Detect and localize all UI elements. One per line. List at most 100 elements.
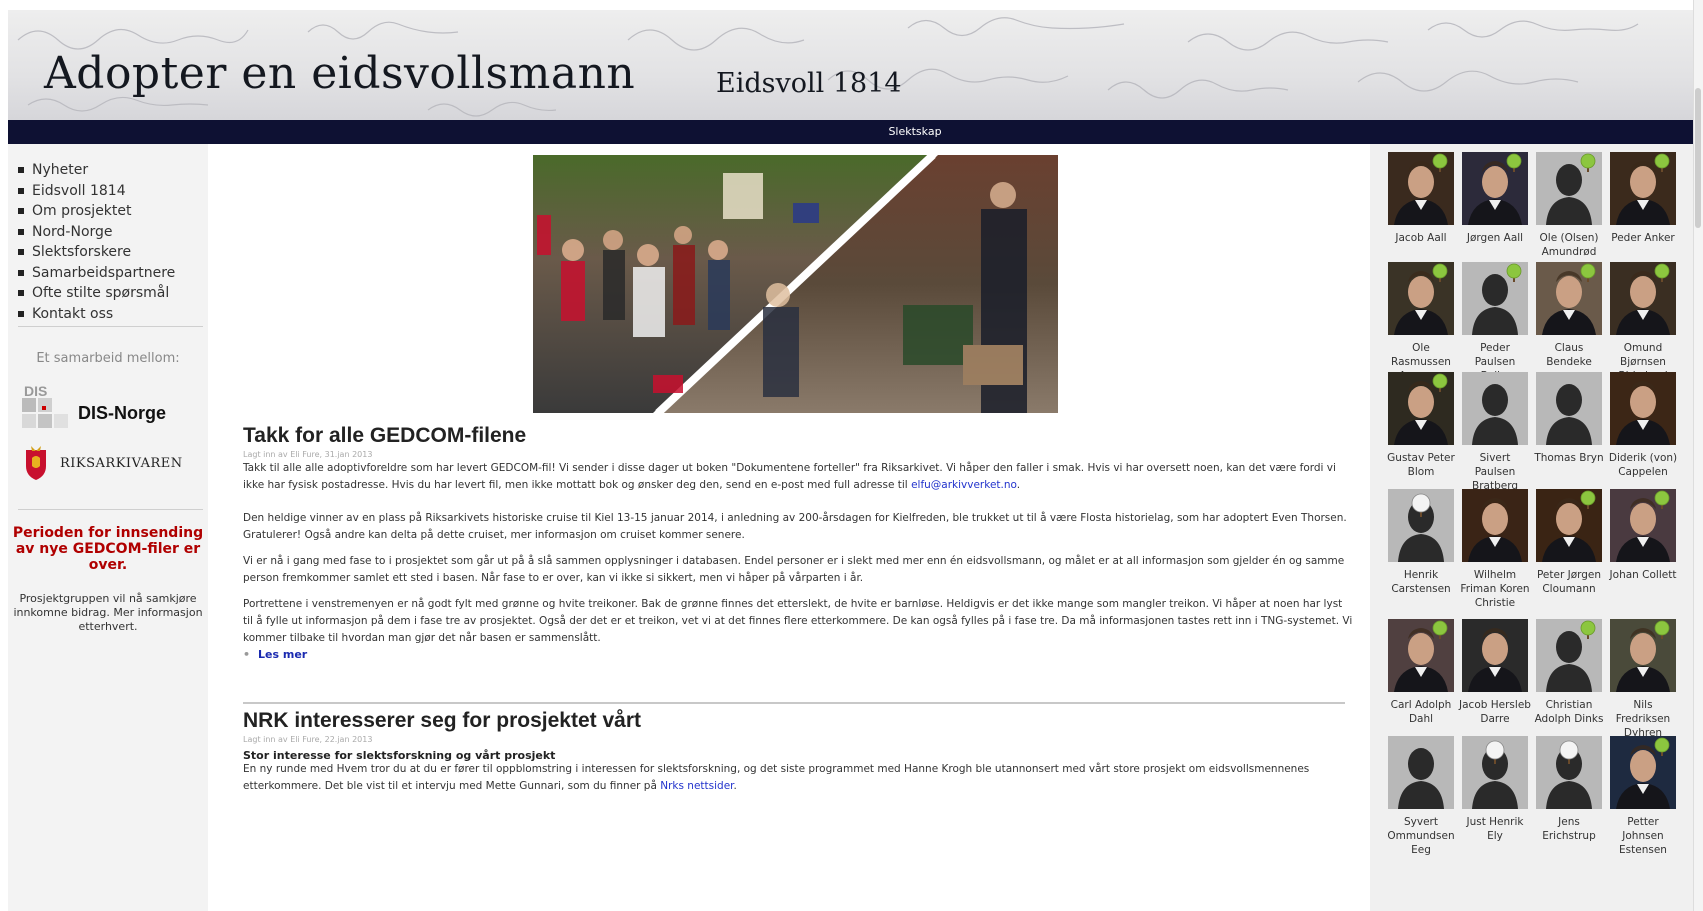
coat-of-arms-icon (26, 446, 46, 480)
portrait-name[interactable]: Syvert Ommundsen Eeg (1385, 815, 1457, 857)
portrait-name[interactable]: Jacob Hersleb Darre (1459, 698, 1531, 726)
article-title[interactable]: Takk for alle GEDCOM-filene (243, 424, 526, 448)
portrait-image[interactable] (1388, 152, 1454, 225)
menu-item-slektsforskere[interactable]: Slektsforskere (18, 242, 208, 263)
portrait-card[interactable]: Ole Rasmussen Apeness (1385, 262, 1457, 383)
menu-item-nyheter[interactable]: Nyheter (18, 160, 208, 181)
portrait-card[interactable]: Jørgen Aall (1459, 152, 1531, 245)
portrait-name[interactable]: Jens Erichstrup (1533, 815, 1605, 843)
silhouette-portrait[interactable] (1536, 372, 1602, 445)
portrait-card[interactable]: Johan Collett (1607, 489, 1679, 582)
portrait-name[interactable]: Jacob Aall (1385, 231, 1457, 245)
portrait-image[interactable] (1388, 372, 1454, 445)
portrait-card[interactable]: Jens Erichstrup (1533, 736, 1605, 843)
portrait-image[interactable] (1610, 152, 1676, 225)
article-paragraph: En ny runde med Hvem tror du at du er fø… (243, 763, 1310, 792)
portrait-card[interactable]: Ole (Olsen) Amundrød (1533, 152, 1605, 259)
portrait-name[interactable]: Petter Johnsen Estensen (1607, 815, 1679, 857)
silhouette-portrait[interactable] (1462, 736, 1528, 809)
menu-item-nord-norge[interactable]: Nord-Norge (18, 222, 208, 243)
portrait-name[interactable]: Christian Adolph Dinks (1533, 698, 1605, 726)
portrait-image[interactable] (1462, 619, 1528, 692)
portrait-image[interactable] (1610, 619, 1676, 692)
portrait-image[interactable] (1388, 262, 1454, 335)
silhouette-portrait[interactable] (1388, 489, 1454, 562)
silhouette-portrait[interactable] (1536, 152, 1602, 225)
portrait-card[interactable]: Petter Johnsen Estensen (1607, 736, 1679, 857)
portrait-card[interactable]: Peder Anker (1607, 152, 1679, 245)
bullet-icon (18, 167, 24, 174)
portrait-card[interactable]: Omund Bjørnsen Birkeland (1607, 262, 1679, 383)
article-paragraph: Portrettene i venstremenyen er nå godt f… (243, 598, 1353, 644)
portrait-image[interactable] (1610, 489, 1676, 562)
menu-item-samarbeidspartnere[interactable]: Samarbeidspartnere (18, 263, 208, 284)
menu-item-kontakt-oss[interactable]: Kontakt oss (18, 304, 208, 325)
bullet-icon (18, 187, 24, 194)
portrait-card[interactable]: Henrik Carstensen (1385, 489, 1457, 596)
portrait-image[interactable] (1536, 489, 1602, 562)
riksarkivaren-logo[interactable]: RIKSARKIVAREN (22, 444, 183, 482)
page-body: Nyheter Eidsvoll 1814 Om prosjektet Nord… (8, 144, 1694, 911)
silhouette-portrait[interactable] (1536, 736, 1602, 809)
portrait-name[interactable]: Henrik Carstensen (1385, 568, 1457, 596)
portrait-card[interactable]: Just Henrik Ely (1459, 736, 1531, 843)
portrait-name[interactable]: Wilhelm Friman Koren Christie (1459, 568, 1531, 610)
bullet-icon (18, 310, 24, 317)
portrait-card[interactable]: Nils Fredriksen Dyhren (1607, 619, 1679, 740)
portrait-name[interactable]: Jørgen Aall (1459, 231, 1531, 245)
menu-item-eidsvoll-1814[interactable]: Eidsvoll 1814 (18, 181, 208, 202)
site-title[interactable]: Adopter en eidsvollsmann (44, 48, 635, 99)
portrait-name[interactable]: Peder Anker (1607, 231, 1679, 245)
portrait-card[interactable]: Carl Adolph Dahl (1385, 619, 1457, 726)
portrait-name[interactable]: Johan Collett (1607, 568, 1679, 582)
portrait-card[interactable]: Jacob Aall (1385, 152, 1457, 245)
article-title[interactable]: NRK interesserer seg for prosjektet vårt (243, 709, 641, 733)
portrait-card[interactable]: Peder Paulsen Balke (1459, 262, 1531, 383)
portrait-name[interactable]: Thomas Bryn (1533, 451, 1605, 465)
menu-item-faq[interactable]: Ofte stilte spørsmål (18, 283, 208, 304)
portrait-image[interactable] (1388, 619, 1454, 692)
portrait-card[interactable]: Jacob Hersleb Darre (1459, 619, 1531, 726)
dis-norge-logo[interactable]: DIS DIS-Norge (22, 383, 167, 428)
portrait-name[interactable]: Diderik (von) Cappelen (1607, 451, 1679, 479)
dis-mark-icon: DIS (22, 383, 68, 428)
nrk-link[interactable]: Nrks nettsider (660, 780, 733, 792)
dis-norge-label: DIS-Norge (78, 402, 167, 423)
silhouette-portrait[interactable] (1388, 736, 1454, 809)
portrait-card[interactable]: Gustav Peter Blom (1385, 372, 1457, 479)
portrait-name[interactable]: Nils Fredriksen Dyhren (1607, 698, 1679, 740)
scrollbar-thumb[interactable] (1695, 88, 1701, 228)
portrait-name[interactable]: Sivert Paulsen Bratberg (1459, 451, 1531, 493)
main-content: Takk for alle GEDCOM-filene Lagt inn av … (208, 144, 1370, 911)
portrait-card[interactable]: Peter Jørgen Cloumann (1533, 489, 1605, 596)
portrait-image[interactable] (1610, 372, 1676, 445)
portrait-image[interactable] (1462, 152, 1528, 225)
menu-item-om-prosjektet[interactable]: Om prosjektet (18, 201, 208, 222)
portrait-card[interactable]: Wilhelm Friman Koren Christie (1459, 489, 1531, 610)
silhouette-portrait[interactable] (1536, 619, 1602, 692)
portrait-card[interactable]: Claus Bendeke (1533, 262, 1605, 369)
page-scrollbar[interactable] (1693, 0, 1703, 911)
silhouette-portrait[interactable] (1462, 262, 1528, 335)
portrait-card[interactable]: Christian Adolph Dinks (1533, 619, 1605, 726)
bullet-icon (18, 249, 24, 256)
email-link[interactable]: elfu@arkivverket.no (911, 479, 1017, 491)
read-more-link[interactable]: • Les mer (243, 648, 307, 661)
portrait-name[interactable]: Peter Jørgen Cloumann (1533, 568, 1605, 596)
portrait-name[interactable]: Ole (Olsen) Amundrød (1533, 231, 1605, 259)
portrait-name[interactable]: Claus Bendeke (1533, 341, 1605, 369)
portrait-name[interactable]: Carl Adolph Dahl (1385, 698, 1457, 726)
portrait-card[interactable]: Diderik (von) Cappelen (1607, 372, 1679, 479)
portrait-image[interactable] (1536, 262, 1602, 335)
portrait-image[interactable] (1462, 489, 1528, 562)
portrait-card[interactable]: Sivert Paulsen Bratberg (1459, 372, 1531, 493)
portrait-image[interactable] (1610, 736, 1676, 809)
portrait-card[interactable]: Syvert Ommundsen Eeg (1385, 736, 1457, 857)
portrait-card[interactable]: Thomas Bryn (1533, 372, 1605, 465)
portrait-name[interactable]: Just Henrik Ely (1459, 815, 1531, 843)
portrait-image[interactable] (1610, 262, 1676, 335)
portrait-name[interactable]: Gustav Peter Blom (1385, 451, 1457, 479)
silhouette-portrait[interactable] (1462, 372, 1528, 445)
article-paragraph: Den heldige vinner av en plass på Riksar… (243, 512, 1347, 541)
nav-link-slektskap[interactable]: Slektskap (888, 120, 941, 144)
